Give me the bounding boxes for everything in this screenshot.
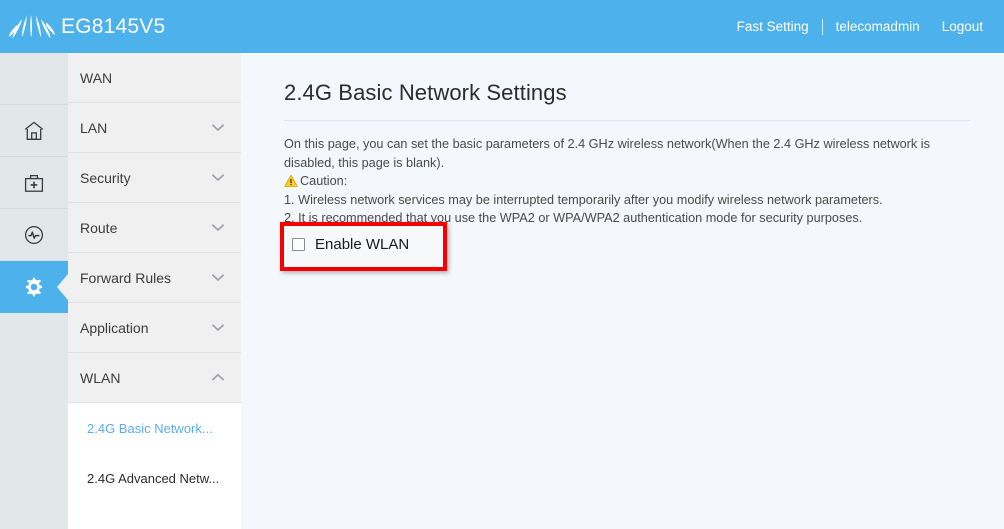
sidebar-subitem-24g-basic-network[interactable]: 2.4G Basic Network... [68, 403, 241, 453]
first-aid-kit-icon [22, 171, 46, 195]
caution-item-1: 1. Wireless network services may be inte… [284, 192, 883, 207]
fast-setting-link[interactable]: Fast Setting [737, 19, 809, 34]
caution-heading: Caution: [284, 172, 944, 191]
rail-item-status[interactable] [0, 209, 68, 261]
sidebar-item-wlan[interactable]: WLAN [68, 353, 241, 403]
sidebar-item-label: Application [80, 319, 149, 336]
chevron-down-icon [211, 319, 225, 337]
enable-wlan-row[interactable]: Enable WLAN [292, 236, 409, 253]
rail-item-advanced[interactable] [0, 261, 68, 313]
chevron-up-icon [211, 369, 225, 387]
sidebar-item-label: WAN [80, 69, 113, 86]
chevron-down-icon [211, 269, 225, 287]
sidebar-item-forward-rules[interactable]: Forward Rules [68, 253, 241, 303]
sidebar-subitem-24g-advanced-network[interactable]: 2.4G Advanced Netw... [68, 453, 241, 503]
page-header: EG8145V5 Fast Setting telecomadmin Logou… [0, 0, 1004, 53]
caution-label: Caution: [300, 174, 348, 188]
description-line: On this page, you can set the basic para… [284, 137, 930, 170]
header-separator [821, 18, 823, 35]
chevron-down-icon [211, 219, 225, 237]
huawei-flower-logo-icon [9, 12, 55, 42]
gauge-monitor-icon [22, 223, 46, 247]
sidebar-item-route[interactable]: Route [68, 203, 241, 253]
header-actions: Fast Setting telecomadmin Logout [737, 18, 1004, 35]
logout-link[interactable]: Logout [942, 19, 983, 34]
chevron-down-icon [211, 119, 225, 137]
sidebar-item-label: WLAN [80, 369, 121, 386]
warning-triangle-icon [284, 174, 298, 188]
home-icon [22, 119, 46, 143]
title-divider [284, 120, 970, 121]
sidebar-item-wan[interactable]: WAN [68, 53, 241, 103]
router-admin-page: EG8145V5 Fast Setting telecomadmin Logou… [0, 0, 1004, 529]
sidebar-item-security[interactable]: Security [68, 153, 241, 203]
gear-icon [21, 274, 47, 300]
brand: EG8145V5 [0, 12, 165, 42]
sidebar-item-label: Route [80, 219, 118, 236]
sidebar-item-application[interactable]: Application [68, 303, 241, 353]
brand-name: EG8145V5 [61, 14, 166, 38]
sidebar-item-label: Forward Rules [80, 269, 172, 286]
sidebar-item-lan[interactable]: LAN [68, 103, 241, 153]
sidebar-item-label: Security [80, 169, 131, 186]
main-content: 2.4G Basic Network Settings On this page… [241, 53, 1004, 529]
enable-wlan-checkbox[interactable] [292, 238, 305, 251]
page-description: On this page, you can set the basic para… [284, 135, 944, 228]
sidebar-nav: WAN LAN Security Route Forward Rules App… [68, 53, 241, 529]
sidebar-item-label: LAN [80, 119, 108, 136]
enable-wlan-label: Enable WLAN [315, 236, 410, 253]
rail-item-blank [0, 53, 68, 105]
icon-rail [0, 53, 68, 529]
rail-item-home[interactable] [0, 105, 68, 157]
chevron-down-icon [211, 169, 225, 187]
current-user-label: telecomadmin [835, 19, 920, 34]
page-title: 2.4G Basic Network Settings [284, 80, 567, 105]
rail-item-maintenance[interactable] [0, 157, 68, 209]
